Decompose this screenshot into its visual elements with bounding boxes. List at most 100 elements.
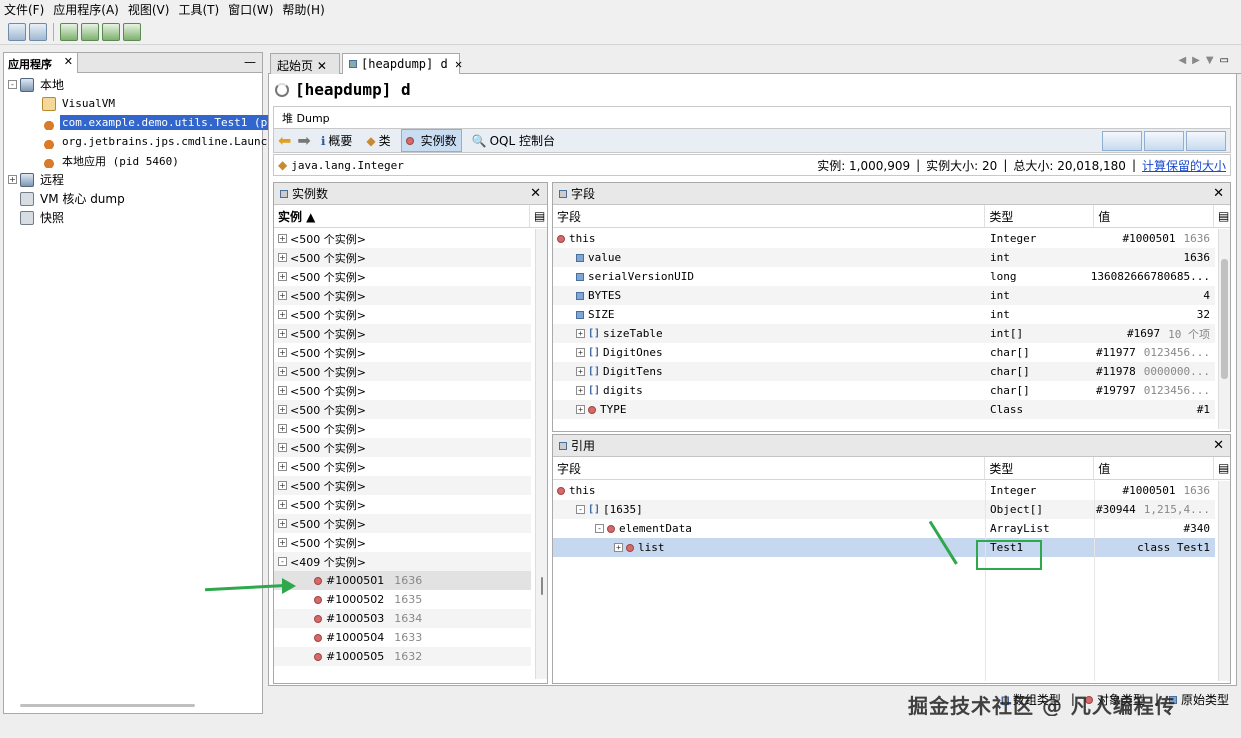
expand-icon[interactable]: + (278, 234, 287, 243)
close-icon[interactable]: ✕ (455, 57, 462, 71)
instance-group-row[interactable]: + <500 个实例> (274, 229, 531, 248)
table-row[interactable]: SIZE int 32 (553, 305, 1215, 324)
table-row[interactable]: this Integer #1000501 1636 (553, 481, 1215, 500)
expand-icon[interactable]: + (278, 500, 287, 509)
table-row[interactable]: this Integer #1000501 1636 (553, 229, 1215, 248)
expand-icon[interactable]: + (278, 386, 287, 395)
column-menu-icon[interactable]: ▤ (1214, 457, 1230, 479)
instance-row[interactable]: #1000502 1635 (274, 590, 531, 609)
instance-row[interactable]: #1000503 1634 (274, 609, 531, 628)
expand-icon[interactable]: + (278, 481, 287, 490)
tab-navigation[interactable]: ◀▶▼▭ (1178, 55, 1235, 66)
instance-group-row[interactable]: + <500 个实例> (274, 324, 531, 343)
back-arrow-icon[interactable]: ⬅ (278, 131, 291, 150)
table-row[interactable]: BYTES int 4 (553, 286, 1215, 305)
minimize-icon[interactable]: — (244, 55, 256, 69)
expand-icon[interactable]: + (576, 367, 585, 376)
tree-view-icon[interactable] (1186, 130, 1226, 151)
forward-arrow-icon[interactable]: ➡ (297, 131, 310, 150)
column-header-type[interactable]: 类型 (985, 205, 1095, 227)
instance-group-row[interactable]: + <500 个实例> (274, 495, 531, 514)
horizontal-scrollbar[interactable] (20, 704, 195, 707)
table-row[interactable]: - elementData ArrayList #340 (553, 519, 1215, 538)
column-header-value[interactable]: 值 (1094, 205, 1215, 227)
fields-view-icon[interactable] (1102, 130, 1142, 151)
menu-item-0[interactable]: 文件(F) (4, 1, 44, 18)
expand-icon[interactable]: - (278, 557, 287, 566)
table-row[interactable]: +[] DigitTens char[] #11978 0000000... (553, 362, 1215, 381)
add-snapshot-icon[interactable] (123, 22, 141, 41)
table-row[interactable]: + TYPE Class #1 (553, 400, 1215, 419)
expand-icon[interactable]: + (576, 329, 585, 338)
instance-group-row[interactable]: + <500 个实例> (274, 305, 531, 324)
vertical-scrollbar[interactable] (1218, 229, 1230, 429)
instance-row[interactable]: #1000505 1632 (274, 647, 531, 666)
close-icon[interactable]: ✕ (1213, 438, 1224, 453)
table-row[interactable]: -[] [1635] Object[] #30944 1,215,4... (553, 500, 1215, 519)
expand-icon[interactable]: + (278, 538, 287, 547)
instance-group-row[interactable]: + <500 个实例> (274, 362, 531, 381)
instance-group-row[interactable]: + <500 个实例> (274, 400, 531, 419)
column-header-type[interactable]: 类型 (985, 457, 1095, 479)
classes-button[interactable]: ◆ 类 (362, 130, 394, 151)
instance-group-row[interactable]: + <500 个实例> (274, 457, 531, 476)
menu-item-4[interactable]: 窗口(W) (228, 1, 273, 18)
column-header-field[interactable]: 字段 (553, 205, 986, 227)
menu-item-3[interactable]: 工具(T) (178, 1, 219, 18)
expand-icon[interactable]: - (595, 524, 604, 533)
expand-icon[interactable]: + (614, 543, 623, 552)
menu-item-2[interactable]: 视图(V) (128, 1, 170, 18)
expand-icon[interactable]: + (278, 253, 287, 262)
compute-retained-size-link[interactable]: 计算保留的大小 (1142, 157, 1226, 174)
tree-item[interactable]: VM 核心 dump (8, 189, 127, 208)
tree-item[interactable]: VisualVM (30, 94, 117, 113)
instance-group-row[interactable]: + <500 个实例> (274, 381, 531, 400)
vertical-scrollbar[interactable] (1218, 481, 1230, 681)
oql-console-button[interactable]: 🔍 OQL 控制台 (468, 130, 559, 151)
tree-item[interactable]: - 本地 (8, 75, 66, 94)
expand-icon[interactable]: + (278, 405, 287, 414)
table-row[interactable]: serialVersionUID long 136082666780685... (553, 267, 1215, 286)
expand-icon[interactable]: + (576, 405, 585, 414)
tab-heapdump[interactable]: [heapdump] d ✕ (342, 53, 462, 74)
expand-icon[interactable]: + (576, 386, 585, 395)
tab-applications[interactable]: 应用程序 ✕ (4, 53, 78, 73)
tab-start-page[interactable]: 起始页 ✕ (270, 53, 340, 74)
tree-item[interactable]: com.example.demo.utils.Test1 (pid (30, 113, 283, 132)
instance-group-row[interactable]: + <500 个实例> (274, 476, 531, 495)
table-row[interactable]: value int 1636 (553, 248, 1215, 267)
expand-icon[interactable]: - (576, 505, 585, 514)
expand-icon[interactable]: + (278, 310, 287, 319)
expand-icon[interactable]: + (278, 272, 287, 281)
open-icon[interactable] (8, 22, 26, 41)
table-row[interactable]: +[] digits char[] #19797 0123456... (553, 381, 1215, 400)
instance-group-row[interactable]: + <500 个实例> (274, 343, 531, 362)
menu-item-5[interactable]: 帮助(H) (282, 1, 324, 18)
instance-row[interactable]: #1000504 1633 (274, 628, 531, 647)
close-icon[interactable]: ✕ (530, 186, 541, 201)
close-icon[interactable]: ✕ (1213, 186, 1224, 201)
instance-group-row[interactable]: + <500 个实例> (274, 248, 531, 267)
instance-group-row[interactable]: + <500 个实例> (274, 286, 531, 305)
tree-item[interactable]: 本地应用 (pid 5460) (30, 151, 181, 170)
add-remote-icon[interactable] (81, 22, 99, 41)
expand-icon[interactable]: - (8, 80, 17, 89)
add-core-dump-icon[interactable] (102, 22, 120, 41)
instance-group-row[interactable]: + <500 个实例> (274, 267, 531, 286)
save-icon[interactable] (29, 22, 47, 41)
expand-icon[interactable]: + (576, 348, 585, 357)
instance-group-row[interactable]: + <500 个实例> (274, 438, 531, 457)
expand-icon[interactable]: + (278, 519, 287, 528)
menu-item-1[interactable]: 应用程序(A) (53, 1, 119, 18)
column-header-value[interactable]: 值 (1094, 457, 1215, 479)
tree-item[interactable]: org.jetbrains.jps.cmdline.Launcher (30, 132, 289, 151)
references-view-icon[interactable] (1144, 130, 1184, 151)
tree-item[interactable]: 快照 (8, 208, 66, 227)
close-icon[interactable]: ✕ (64, 55, 73, 68)
summary-button[interactable]: ℹ 概要 (317, 130, 357, 151)
table-row[interactable]: +[] sizeTable int[] #1697 10 个项 (553, 324, 1215, 343)
instance-group-row[interactable]: + <500 个实例> (274, 514, 531, 533)
instance-row[interactable]: #1000501 1636 (274, 571, 531, 590)
expand-icon[interactable]: + (8, 175, 17, 184)
add-jmx-icon[interactable] (60, 22, 78, 41)
